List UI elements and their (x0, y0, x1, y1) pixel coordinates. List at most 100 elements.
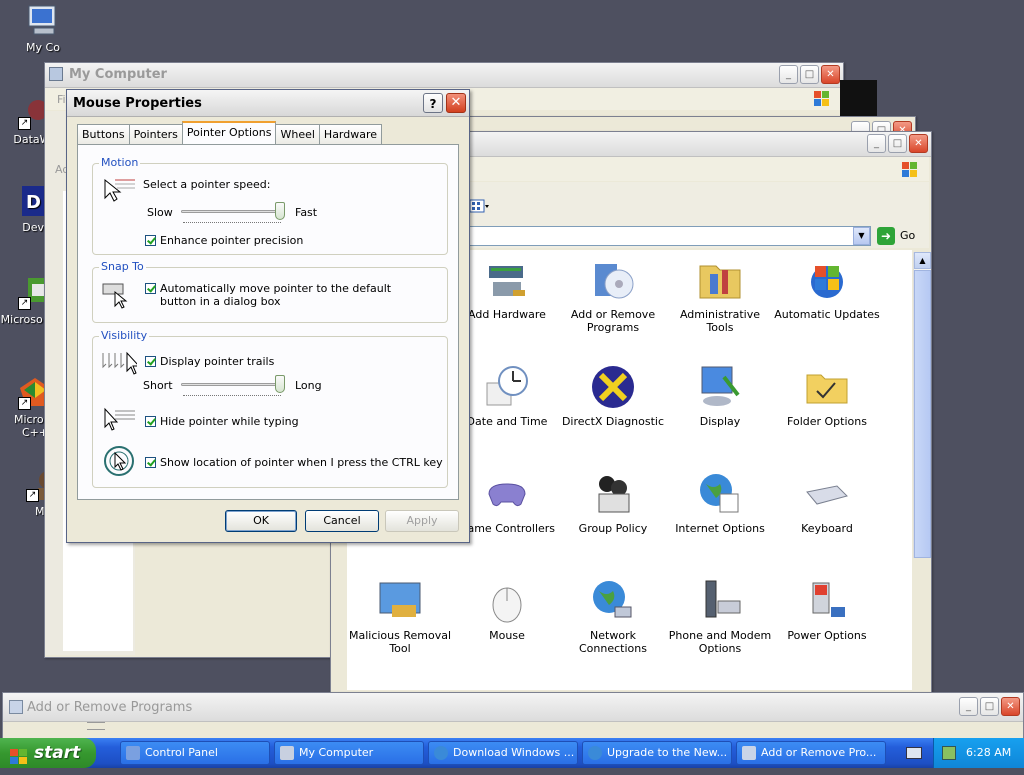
cp-item-phone-modem[interactable]: Phone and Modem Options (665, 577, 775, 655)
hide-pointer-checkbox[interactable] (145, 416, 156, 427)
window-fragment (840, 80, 877, 116)
pointer-trails-label: Display pointer trails (160, 355, 275, 368)
motion-group: Motion Select a pointer speed: Slow Fast… (92, 156, 448, 255)
minimize-button[interactable]: _ (959, 697, 978, 716)
cp-item-automatic-updates[interactable]: Automatic Updates (772, 256, 882, 321)
help-button[interactable]: ? (423, 93, 443, 113)
cancel-button[interactable]: Cancel (305, 510, 379, 532)
cp-item-display[interactable]: Display (665, 363, 775, 428)
dialog-title: Mouse Properties (73, 96, 202, 111)
maximize-button[interactable]: □ (980, 697, 999, 716)
network-tray-icon[interactable] (942, 746, 956, 760)
taskbar: start Control Panel My Computer Download… (0, 738, 1024, 768)
apply-button[interactable]: Apply (385, 510, 459, 532)
pointer-trails-checkbox[interactable] (145, 356, 156, 367)
minimize-button[interactable]: _ (779, 65, 798, 84)
window-title: Add or Remove Programs (27, 700, 193, 715)
taskbar-item-add-remove[interactable]: Add or Remove Pro... (736, 741, 886, 765)
mouse-properties-dialog[interactable]: Mouse Properties ? ✕ Buttons Pointers Po… (66, 89, 470, 543)
minimize-button[interactable]: _ (867, 134, 886, 153)
tab-strip: Buttons Pointers Pointer Options Wheel H… (77, 121, 383, 144)
tab-hardware[interactable]: Hardware (318, 124, 383, 144)
snap-to-legend: Snap To (99, 260, 146, 273)
tab-buttons[interactable]: Buttons (77, 124, 130, 144)
cp-item-label: Keyboard (801, 522, 853, 535)
ok-button[interactable]: OK (225, 510, 297, 532)
cp-item-group-policy[interactable]: Group Policy (558, 470, 668, 535)
close-button[interactable]: ✕ (909, 134, 928, 153)
close-button[interactable]: ✕ (446, 93, 466, 113)
vertical-scrollbar[interactable]: ▲ (913, 252, 931, 558)
go-button[interactable]: Go (900, 229, 915, 242)
cp-item-folder-options[interactable]: Folder Options (772, 363, 882, 428)
cp-item-directx[interactable]: DirectX Diagnostic (558, 363, 668, 428)
taskbar-item-download-windows[interactable]: Download Windows ... (428, 741, 578, 765)
cp-item-administrative-tools[interactable]: Administrative Tools (665, 256, 775, 334)
cp-item-add-remove-programs[interactable]: Add or Remove Programs (558, 256, 668, 334)
scroll-thumb[interactable] (914, 270, 931, 558)
clock[interactable]: 6:28 AM (966, 746, 1011, 759)
snap-to-label: Automatically move pointer to the defaul… (160, 282, 392, 308)
cp-item-label: Malicious Removal Tool (348, 629, 452, 655)
trail-length-slider-ticks (183, 395, 281, 398)
add-remove-programs-window[interactable]: Add or Remove Programs _ □ ✕ (2, 692, 1024, 740)
scroll-up-button[interactable]: ▲ (914, 252, 931, 269)
close-button[interactable]: ✕ (1001, 697, 1020, 716)
desktop-icon-label: My Co (26, 41, 60, 54)
phone-modem-icon (696, 577, 744, 625)
pointer-options-panel: Motion Select a pointer speed: Slow Fast… (77, 144, 459, 500)
taskbar-item-upgrade[interactable]: Upgrade to the New... (582, 741, 732, 765)
tab-pointer-options[interactable]: Pointer Options (181, 121, 277, 144)
shortcut-arrow-icon: ↗ (26, 489, 39, 502)
visibility-legend: Visibility (99, 329, 150, 342)
cp-item-power-options[interactable]: Power Options (772, 577, 882, 642)
cp-item-malicious-removal-tool[interactable]: Malicious Removal Tool (347, 577, 455, 655)
go-arrow-icon[interactable]: ➜ (877, 227, 895, 245)
cp-item-label: Group Policy (578, 522, 648, 535)
internet-explorer-icon (588, 746, 602, 760)
maximize-button[interactable]: □ (800, 65, 819, 84)
svg-text:D: D (26, 192, 41, 213)
views-icon[interactable] (469, 198, 489, 214)
automatic-updates-icon (803, 256, 851, 304)
cp-item-internet-options[interactable]: Internet Options (665, 470, 775, 535)
tab-wheel[interactable]: Wheel (275, 124, 320, 144)
trail-length-slider-track[interactable] (181, 383, 283, 386)
cp-item-label: Add or Remove Programs (570, 308, 656, 334)
cp-item-network-connections[interactable]: Network Connections (558, 577, 668, 655)
taskbar-item-label: Download Windows ... (453, 746, 575, 759)
desktop-icon-my-computer[interactable]: My Co (8, 4, 78, 54)
enhance-precision-checkbox[interactable] (145, 235, 156, 246)
snap-to-checkbox[interactable] (145, 283, 156, 294)
cp-item-mouse[interactable]: Mouse (452, 577, 562, 642)
tab-pointers[interactable]: Pointers (128, 124, 183, 144)
cp-item-label: DirectX Diagnostic (561, 415, 665, 428)
taskbar-item-control-panel[interactable]: Control Panel (120, 741, 270, 765)
hide-pointer-icon (101, 407, 137, 433)
maximize-button[interactable]: □ (888, 134, 907, 153)
cp-item-keyboard[interactable]: Keyboard (772, 470, 882, 535)
window-titlebar[interactable]: My Computer _ □ ✕ (45, 63, 843, 88)
close-button[interactable]: ✕ (821, 65, 840, 84)
taskbar-item-my-computer[interactable]: My Computer (274, 741, 424, 765)
menu-file[interactable]: Fi (57, 93, 66, 106)
administrative-tools-icon (696, 256, 744, 304)
taskbar-item-label: Add or Remove Pro... (761, 746, 877, 759)
trail-length-slider-thumb[interactable] (275, 375, 285, 393)
hide-pointer-label: Hide pointer while typing (160, 415, 299, 428)
keyboard-tray-icon[interactable] (906, 747, 922, 759)
start-button[interactable]: start (0, 738, 96, 768)
mouse-icon (483, 577, 531, 625)
address-dropdown-button[interactable]: ▼ (853, 227, 870, 245)
dialog-titlebar[interactable]: Mouse Properties ? ✕ (67, 90, 469, 117)
cp-item-label: Administrative Tools (679, 308, 761, 334)
speed-slider-thumb[interactable] (275, 202, 285, 220)
resize-grip-icon[interactable] (87, 722, 105, 730)
internet-explorer-icon (434, 746, 448, 760)
window-titlebar[interactable]: Add or Remove Programs _ □ ✕ (3, 693, 1023, 722)
cp-item-label: Network Connections (579, 629, 647, 655)
cp-item-label: Display (699, 415, 741, 428)
show-location-checkbox[interactable] (145, 457, 156, 468)
add-remove-programs-icon (742, 746, 756, 760)
speed-slider-track[interactable] (181, 210, 283, 213)
